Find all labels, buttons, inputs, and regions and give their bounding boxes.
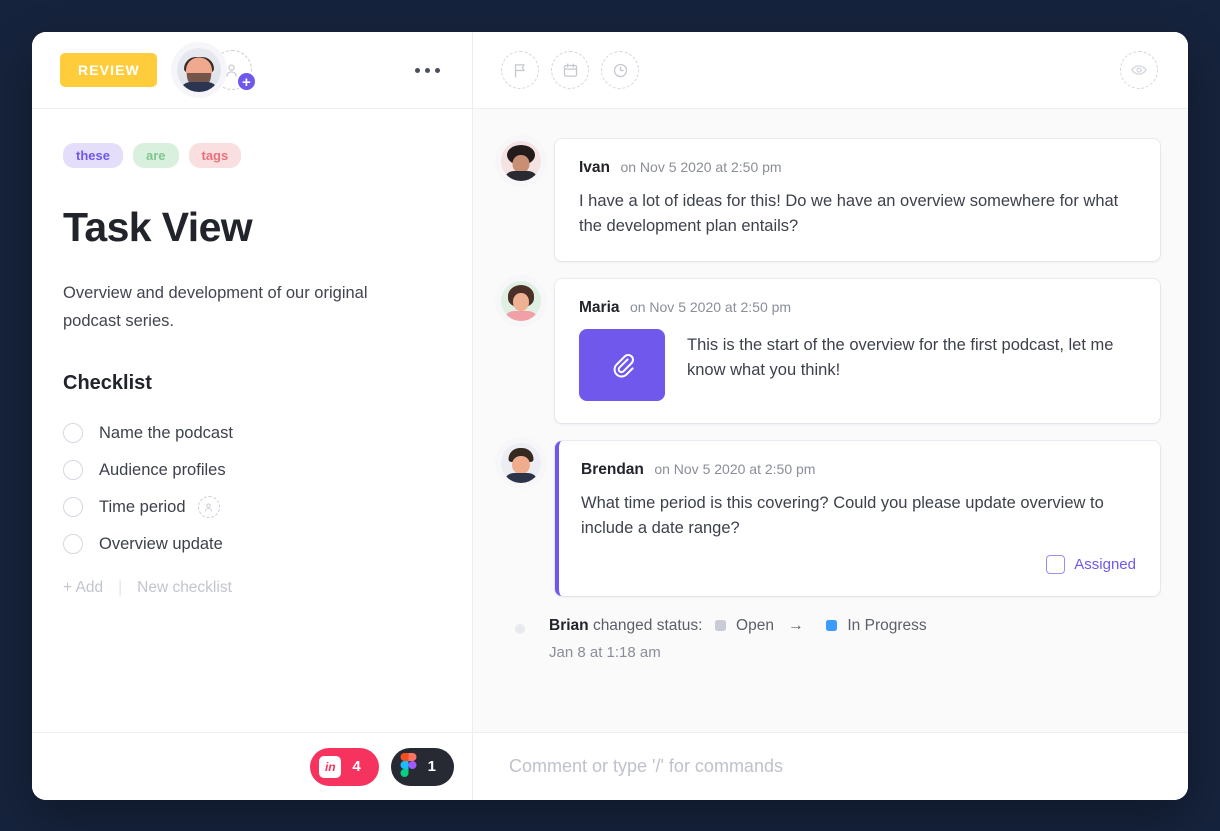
comment-timestamp: on Nov 5 2020 at 2:50 pm: [654, 461, 816, 478]
ellipsis-icon[interactable]: [411, 60, 444, 81]
tag-these[interactable]: these: [63, 143, 123, 168]
figma-logo-icon: [400, 752, 417, 781]
tag-tags[interactable]: tags: [188, 143, 242, 168]
comment-item: Brendan on Nov 5 2020 at 2:50 pm What ti…: [501, 441, 1160, 597]
comment-author: Ivan: [579, 159, 611, 176]
task-body: these are tags Task View Overview and de…: [32, 109, 472, 800]
comment-text: What time period is this covering? Could…: [581, 494, 1104, 538]
paperclip-icon[interactable]: [579, 329, 665, 402]
activity-panel: Ivan on Nov 5 2020 at 2:50 pm I have a l…: [473, 32, 1188, 800]
comment-author: Maria: [579, 299, 620, 317]
avatar[interactable]: [176, 48, 221, 92]
checklist-item-label: Audience profiles: [99, 460, 226, 479]
avatar-shirt: [504, 311, 538, 322]
divider: |: [118, 578, 123, 596]
task-header: REVIEW +: [32, 32, 472, 109]
footer-bar: in 4 1: [32, 732, 1188, 800]
task-description[interactable]: Overview and development of our original…: [63, 279, 373, 336]
avatar-shirt: [504, 473, 538, 484]
activity-timestamp: Jan 8 at 1:18 am: [549, 643, 661, 661]
status-open-swatch: [714, 620, 726, 632]
checkbox-icon[interactable]: [63, 534, 83, 555]
comment-text: This is the start of the overview for th…: [687, 336, 1114, 380]
checklist-heading: Checklist: [63, 371, 152, 394]
comment-bubble-assigned[interactable]: Brendan on Nov 5 2020 at 2:50 pm What ti…: [555, 441, 1160, 597]
activity-action: changed status:: [592, 617, 703, 635]
assignee-group: +: [176, 48, 257, 92]
avatar-shirt: [178, 82, 219, 92]
avatar[interactable]: [501, 141, 541, 181]
avatar-face: [512, 456, 530, 475]
comment-bubble[interactable]: Ivan on Nov 5 2020 at 2:50 pm I have a l…: [555, 139, 1160, 262]
task-detail-panel: REVIEW + these are tags Task View Overvi…: [32, 32, 473, 800]
figma-count: 1: [427, 758, 436, 775]
comment-meta: Ivan on Nov 5 2020 at 2:50 pm: [579, 159, 1136, 177]
checklist-item-label: Time period: [99, 497, 186, 516]
checklist-actions: + Add | New checklist: [63, 579, 444, 597]
checklist-item[interactable]: Time period: [63, 489, 444, 526]
assigned-checkbox[interactable]: [1046, 555, 1066, 575]
activity-content: Brian changed status: Open → In Progress…: [549, 614, 927, 660]
clock-icon[interactable]: [601, 51, 639, 89]
activity-actor: Brian: [549, 617, 589, 635]
activity-item: Brian changed status: Open → In Progress…: [501, 614, 1160, 661]
invision-badge[interactable]: in 4: [310, 747, 379, 786]
checklist-item-label: Name the podcast: [99, 423, 233, 442]
comment-text: I have a lot of ideas for this! Do we ha…: [579, 192, 1119, 236]
comment-bubble[interactable]: Maria on Nov 5 2020 at 2:50 pm This is t…: [555, 279, 1160, 424]
avatar[interactable]: [501, 281, 541, 322]
comment-composer: [473, 733, 1188, 800]
avatar-face: [513, 293, 529, 312]
avatar[interactable]: [501, 443, 541, 484]
activity-to-status: In Progress: [847, 617, 927, 635]
comment-author: Brendan: [581, 461, 644, 479]
comment-meta: Brendan on Nov 5 2020 at 2:50 pm: [581, 461, 1136, 479]
flag-icon[interactable]: [501, 51, 539, 89]
checklist-item[interactable]: Audience profiles: [63, 452, 444, 489]
assigned-label: Assigned: [1074, 556, 1136, 574]
new-checklist-button[interactable]: New checklist: [137, 579, 232, 597]
checkbox-icon[interactable]: [63, 423, 83, 444]
avatar-shirt: [504, 171, 538, 181]
eye-icon[interactable]: [1120, 51, 1158, 89]
comment-list: Ivan on Nov 5 2020 at 2:50 pm I have a l…: [473, 109, 1188, 800]
add-person-plus-badge[interactable]: +: [235, 71, 257, 92]
assign-user-icon[interactable]: [197, 496, 220, 519]
activity-text: Brian changed status: Open → In Progress: [549, 614, 927, 637]
comment-timestamp: on Nov 5 2020 at 2:50 pm: [629, 299, 792, 316]
assigned-row: Assigned: [581, 555, 1136, 575]
integration-badges: in 4 1: [32, 733, 473, 800]
invision-logo-icon: in: [319, 755, 342, 778]
tag-are[interactable]: are: [132, 143, 179, 168]
checkbox-icon[interactable]: [63, 497, 83, 518]
calendar-icon[interactable]: [551, 51, 589, 89]
add-checklist-item-button[interactable]: + Add: [63, 579, 103, 597]
tag-list: these are tags: [63, 143, 444, 168]
checklist-item-label: Overview update: [99, 534, 223, 553]
checklist-item[interactable]: Name the podcast: [63, 415, 444, 452]
page-title: Task View: [63, 204, 253, 250]
activity-from-status: Open: [736, 617, 774, 635]
status-in-progress-swatch: [826, 620, 838, 632]
task-view-window: REVIEW + these are tags Task View Overvi…: [32, 32, 1188, 800]
checkbox-icon[interactable]: [63, 460, 83, 481]
comment-item: Maria on Nov 5 2020 at 2:50 pm This is t…: [501, 279, 1160, 424]
invision-count: 4: [352, 758, 361, 775]
status-badge[interactable]: REVIEW: [60, 53, 157, 87]
comment-timestamp: on Nov 5 2020 at 2:50 pm: [620, 159, 782, 175]
checklist-item[interactable]: Overview update: [63, 526, 444, 563]
activity-dot-icon: [515, 624, 525, 635]
activity-toolbar: [473, 32, 1188, 109]
comment-item: Ivan on Nov 5 2020 at 2:50 pm I have a l…: [501, 139, 1160, 262]
arrow-icon: →: [788, 617, 804, 635]
comment-meta: Maria on Nov 5 2020 at 2:50 pm: [579, 299, 1136, 317]
comment-input[interactable]: [509, 756, 1121, 777]
comment-attachment-row: This is the start of the overview for th…: [579, 329, 1136, 402]
figma-badge[interactable]: 1: [390, 747, 454, 786]
